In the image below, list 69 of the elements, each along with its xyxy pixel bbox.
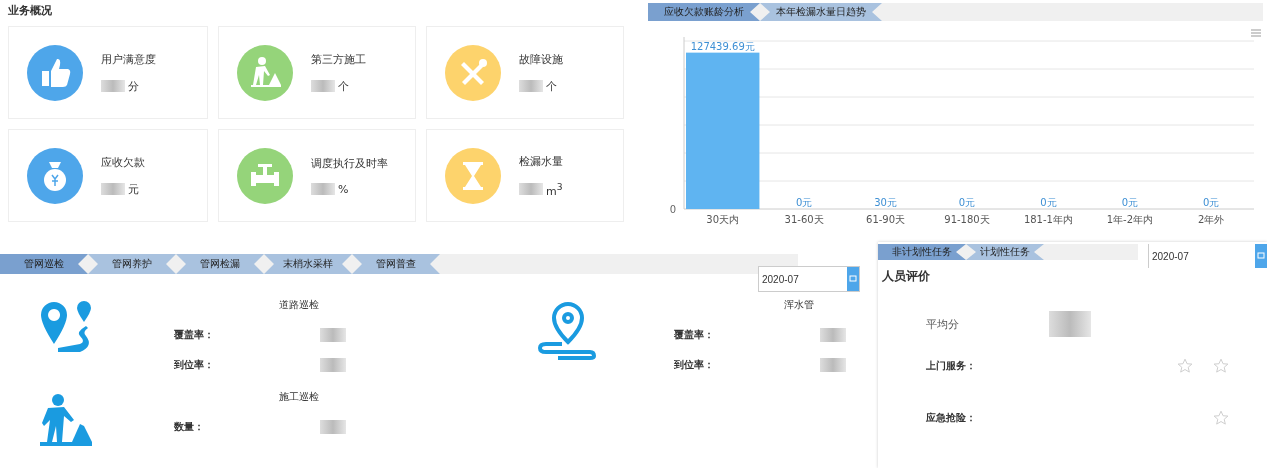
section-title: 道路巡检 xyxy=(278,298,320,312)
tab[interactable]: 非计划性任务 xyxy=(878,244,966,260)
tab[interactable]: 管网检漏 xyxy=(176,254,264,274)
data-label: 0元 xyxy=(1121,197,1139,208)
unit-label: 分 xyxy=(128,78,139,94)
data-label: 127439.69元 xyxy=(690,40,755,52)
stat-label: 故障设施 xyxy=(519,51,563,67)
blurred-value xyxy=(820,328,846,342)
data-label: 0元 xyxy=(795,197,813,208)
menu-icon[interactable] xyxy=(1251,29,1261,37)
section-title: 浑水管 xyxy=(783,298,815,312)
data-label: 0元 xyxy=(1040,197,1057,208)
tab[interactable]: 计划性任务 xyxy=(966,244,1044,260)
field-label: 到位率： xyxy=(174,358,215,372)
tab[interactable]: 管网巡检 xyxy=(0,254,88,274)
tick-label: 0 xyxy=(669,204,676,215)
stat-label: 用户满意度 xyxy=(101,51,156,67)
blurred-value xyxy=(320,358,346,372)
tab[interactable]: 管网普查 xyxy=(352,254,440,274)
tab[interactable]: 管网养护 xyxy=(88,254,176,274)
stat-label: 检漏水量 xyxy=(519,153,563,169)
star-icon[interactable] xyxy=(1213,410,1229,426)
field-label: 覆盖率： xyxy=(674,328,715,342)
category-label: 2年外 xyxy=(1198,214,1225,225)
blurred-value xyxy=(311,183,335,195)
blurred-value xyxy=(101,80,125,92)
category-label: 31-60天 xyxy=(784,214,824,225)
category-label: 181-1年内 xyxy=(1023,214,1073,225)
category-label: 91-180天 xyxy=(944,214,990,225)
unit-label: 个 xyxy=(546,78,557,94)
stat-label: 应收欠款 xyxy=(101,154,145,170)
field-label: 覆盖率： xyxy=(174,328,215,342)
data-label: 0元 xyxy=(1203,197,1220,208)
section-title: 业务概况 xyxy=(8,3,53,19)
star-icon[interactable] xyxy=(1177,358,1193,374)
unit-label: m$^{3}$ xyxy=(546,180,563,198)
blurred-value xyxy=(101,183,125,195)
panel-title: 人员评价 xyxy=(881,268,931,285)
unit-label: % xyxy=(338,182,349,196)
date-field[interactable]: 2020-07 xyxy=(1148,244,1267,268)
data-label: 0元 xyxy=(958,197,976,208)
category-label: 30天内 xyxy=(706,214,740,225)
data-label: 30元 xyxy=(874,196,897,208)
blurred-value xyxy=(519,183,543,195)
calendar-icon[interactable] xyxy=(847,267,859,291)
stat-label: 调度执行及时率 xyxy=(311,155,388,171)
stat-label: 第三方施工 xyxy=(311,51,366,67)
rating-label: 上门服务： xyxy=(926,359,976,373)
blurred-value xyxy=(320,328,346,342)
field-label: 到位率： xyxy=(674,358,715,372)
tab[interactable]: 末梢水采样 xyxy=(264,254,352,274)
blurred-value xyxy=(311,80,335,92)
category-label: 1年-2年内 xyxy=(1106,214,1154,225)
section-title: 施工巡检 xyxy=(278,390,320,404)
unit-label: 个 xyxy=(338,78,349,94)
blurred-value xyxy=(320,420,346,434)
tab[interactable]: 应收欠款账龄分析 xyxy=(648,3,760,21)
blurred-value xyxy=(820,358,846,372)
blurred-value xyxy=(1049,311,1091,337)
calendar-icon[interactable] xyxy=(1255,244,1267,268)
category-label: 61-90天 xyxy=(866,214,906,225)
field-label: 数量： xyxy=(174,420,205,434)
average-label: 平均分 xyxy=(926,316,959,332)
date-field[interactable]: 2020-07 xyxy=(758,266,860,292)
unit-label: 元 xyxy=(128,181,139,197)
star-icon[interactable] xyxy=(1213,358,1229,374)
tab[interactable]: 本年检漏水量日趋势 xyxy=(760,3,882,21)
blurred-value xyxy=(519,80,543,92)
rating-label: 应急抢险： xyxy=(926,411,976,425)
